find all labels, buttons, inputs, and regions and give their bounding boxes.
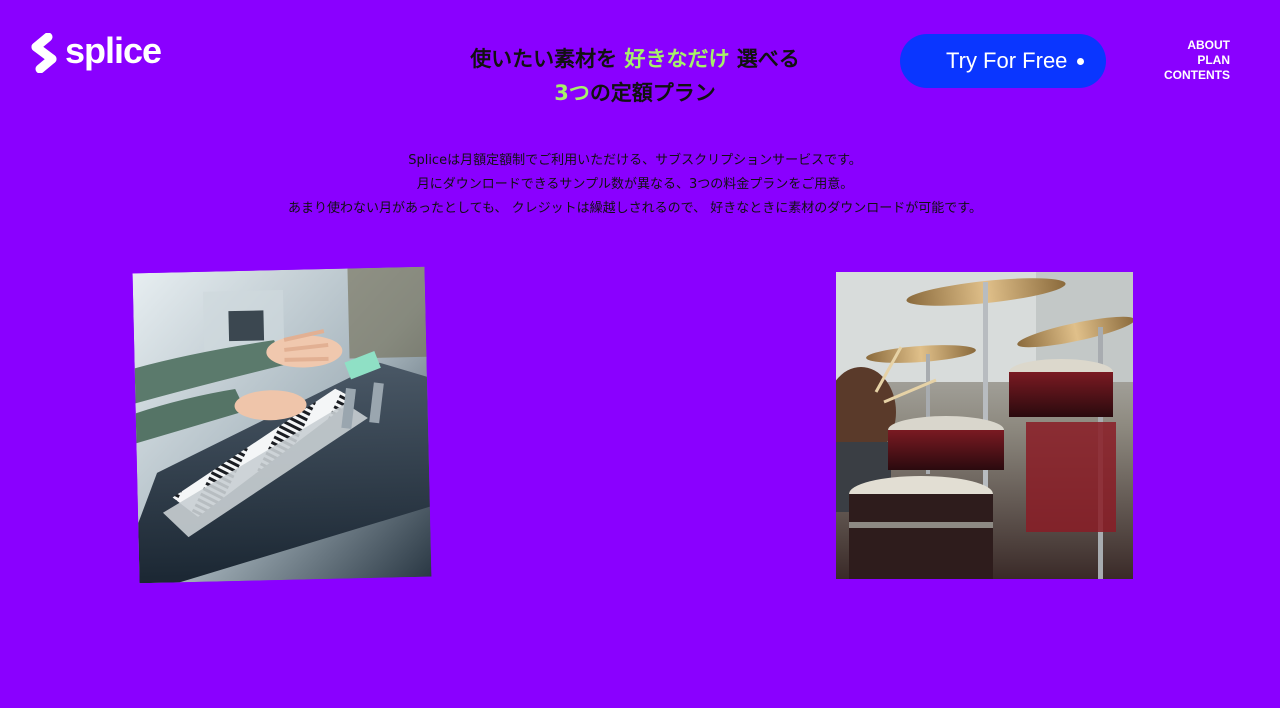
service-description: Spliceは月額定額制でご利用いただける、サブスクリプションサービスです。 月… [200, 149, 1070, 221]
hero-headline: 使いたい素材を 好きなだけ 選べる 3つの定額プラン [380, 42, 890, 110]
headline-line-1: 使いたい素材を 好きなだけ 選べる [380, 42, 890, 76]
top-nav: ABOUT PLAN CONTENTS [1164, 38, 1230, 83]
headline-highlight: 3つ [554, 81, 590, 105]
keyboard-player-photo [132, 266, 432, 584]
description-line: 月にダウンロードできるサンプル数が異なる、3つの料金プランをご用意。 [416, 177, 854, 192]
description-line: Spliceは月額定額制でご利用いただける、サブスクリプションサービスです。 [408, 153, 862, 168]
headline-highlight: 好きなだけ [624, 47, 730, 71]
try-for-free-button[interactable]: Try For Free [900, 34, 1106, 88]
brand-wordmark: splice [65, 30, 162, 71]
splice-logo[interactable]: splice [30, 30, 162, 73]
nav-item-about[interactable]: ABOUT [1164, 38, 1230, 53]
nav-item-contents[interactable]: CONTENTS [1164, 68, 1230, 83]
splice-s-logo-icon [31, 33, 57, 73]
description-line: あまり使わない月があったとしても、 クレジットは繰越しされるので、 好きなときに… [287, 201, 982, 216]
headline-text: の定額プラン [589, 81, 716, 105]
cta-label: Try For Free [946, 48, 1068, 73]
drum-kit-photo [836, 272, 1133, 579]
dot-icon [1077, 58, 1084, 65]
headline-text: 使いたい素材を [470, 47, 625, 71]
headline-line-2: 3つの定額プラン [380, 76, 890, 110]
headline-text: 選べる [729, 47, 800, 71]
nav-item-plan[interactable]: PLAN [1164, 53, 1230, 68]
